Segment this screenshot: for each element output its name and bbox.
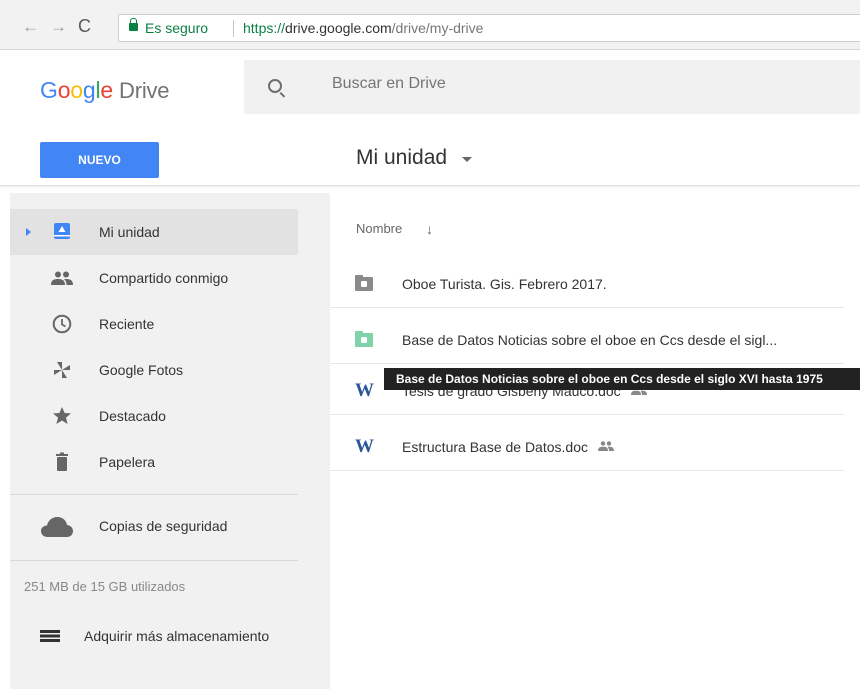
new-button[interactable]: NUEVO [40,142,159,178]
buy-storage-label: Adquirir más almacenamiento [84,628,270,644]
sidebar-item-label: Google Fotos [99,362,184,378]
cloud-icon [41,517,73,537]
logo-letter: e [100,77,113,103]
list-header: Nombre ↓ [330,193,860,251]
sidebar-item-shared[interactable]: Compartido conmigo [10,255,298,301]
storage-usage: 251 MB de 15 GB utilizados [24,579,186,594]
logo-letter: g [82,77,96,103]
sidebar-item-label: Copias de seguridad [99,518,228,534]
sort-arrow-icon[interactable]: ↓ [426,221,433,237]
file-name: Oboe Turista. Gis. Febrero 2017. [402,276,607,292]
file-name-text: Estructura Base de Datos.doc [402,439,588,455]
browser-toolbar: ← → C Es seguro https://drive.google.com… [0,0,860,50]
sidebar-item-label: Papelera [99,454,156,470]
word-doc-icon: W [355,380,374,401]
url-scheme: https:// [243,20,286,36]
secure-label[interactable]: Es seguro [145,15,208,41]
shared-people-icon [598,441,614,452]
trash-icon [56,452,68,471]
search-input[interactable] [332,75,812,93]
file-row[interactable]: Oboe Turista. Gis. Febrero 2017. [330,260,844,308]
file-name-tooltip: Base de Datos Noticias sobre el oboe en … [384,368,860,390]
back-arrow-icon[interactable]: ← [22,18,39,35]
sidebar: Mi unidad Compartido conmigo Reciente Go… [10,193,330,689]
file-row[interactable]: W Estructura Base de Datos.doc [330,423,844,471]
file-row[interactable]: Base de Datos Noticias sobre el oboe en … [330,316,844,364]
logo-letter: o [57,77,71,103]
logo-letter: G [40,77,58,103]
logo-product-name: Drive [119,78,170,103]
google-drive-logo[interactable]: Google Drive [40,77,170,104]
sidebar-item-label: Reciente [99,316,155,332]
shared-folder-icon [355,275,373,291]
my-drive-icon [54,223,70,239]
chevron-down-icon[interactable] [462,157,472,162]
sidebar-item-recent[interactable]: Reciente [10,301,298,347]
shared-people-icon [51,271,73,285]
word-doc-icon: W [355,436,374,457]
buy-storage-link[interactable]: Adquirir más almacenamiento [10,613,330,659]
sidebar-item-starred[interactable]: Destacado [10,393,298,439]
sidebar-item-label: Compartido conmigo [99,270,229,286]
page-title[interactable]: Mi unidad [356,146,447,170]
expand-arrow-icon[interactable] [26,228,31,236]
column-header-name[interactable]: Nombre [356,221,402,236]
file-name: Base de Datos Noticias sobre el oboe en … [402,332,778,348]
star-icon [53,407,71,424]
logo-letter: o [70,77,83,103]
sidebar-divider [10,560,298,561]
file-name: Estructura Base de Datos.doc [402,423,614,471]
lock-icon [129,18,138,31]
sidebar-item-trash[interactable]: Papelera [10,439,298,485]
sidebar-item-backups[interactable]: Copias de seguridad [10,503,298,549]
sidebar-item-label: Mi unidad [99,224,160,240]
search-icon[interactable] [268,79,282,93]
address-bar[interactable]: Es seguro https://drive.google.com/drive… [118,14,860,42]
file-list: Nombre ↓ Oboe Turista. Gis. Febrero 2017… [330,193,860,689]
sidebar-item-my-drive[interactable]: Mi unidad [10,209,298,255]
sidebar-item-google-photos[interactable]: Google Fotos [10,347,298,393]
address-divider [233,20,234,37]
person-icon [361,337,367,343]
sidebar-item-label: Destacado [99,408,166,424]
shared-folder-icon [355,331,373,347]
forward-arrow-icon[interactable]: → [50,18,67,35]
pinwheel-icon [54,362,70,378]
sidebar-divider [10,494,298,495]
drive-header: GoogleDrive NUEVO Mi unidad [0,50,860,186]
person-icon [361,281,367,287]
url-path: /drive/my-drive [391,20,484,36]
clock-icon [52,314,72,334]
storage-icon [40,630,60,642]
url-text[interactable]: https://drive.google.com/drive/my-drive [243,15,483,41]
url-host: drive.google.com [285,20,392,36]
reload-icon[interactable]: C [78,17,91,35]
search-bar[interactable] [244,60,860,114]
